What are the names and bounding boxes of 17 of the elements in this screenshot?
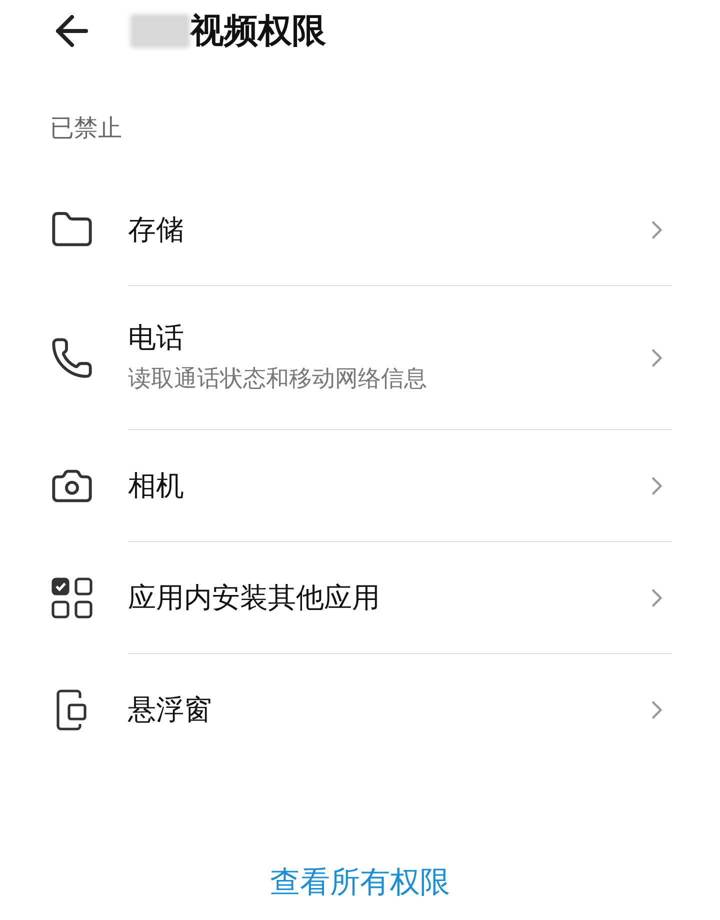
view-all-permissions-link[interactable]: 查看所有权限 [270,860,450,905]
permission-item[interactable]: 存储 [0,174,720,286]
section-label: 已禁止 [50,114,122,142]
permission-item[interactable]: 相机 [0,430,720,542]
phone-icon [50,336,94,380]
permission-title: 存储 [128,216,185,244]
page-title: 视频权限 [190,14,326,48]
permission-description: 读取通话状态和移动网络信息 [128,368,428,391]
permission-title: 应用内安装其他应用 [128,584,381,612]
permission-title: 电话 [128,324,185,352]
permission-item[interactable]: 电话 读取通话状态和移动网络信息 [0,286,720,430]
permission-item[interactable]: 应用内安装其他应用 [0,542,720,654]
permission-title: 悬浮窗 [128,696,213,724]
permission-title: 相机 [128,472,185,500]
app-grid-icon [50,576,94,620]
redacted-text [130,14,190,48]
permission-item[interactable]: 悬浮窗 [0,654,720,766]
